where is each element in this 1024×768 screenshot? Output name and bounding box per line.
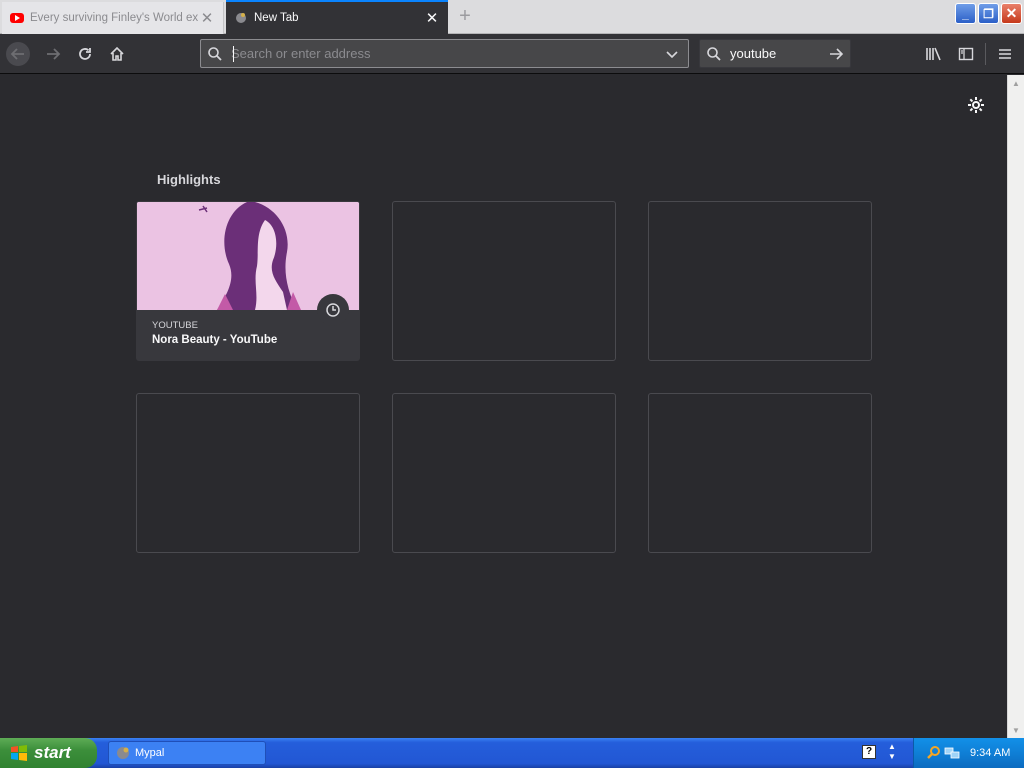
help-icon[interactable]: ?	[862, 745, 876, 759]
tab-title: Every surviving Finley's World ex	[30, 12, 199, 24]
home-button[interactable]	[105, 42, 129, 66]
thumbnail-illustration	[137, 202, 359, 310]
taskbar: start Mypal ? ▲ ▼ 9:34 AM	[0, 738, 1024, 768]
taskbar-window-label: Mypal	[135, 747, 165, 759]
scroll-down-arrow[interactable]: ▼	[1008, 722, 1024, 738]
sidebar-button[interactable]	[954, 42, 978, 66]
card-title: Nora Beauty - YouTube	[152, 334, 278, 346]
arrow-right-icon	[830, 47, 844, 60]
new-tab-icon	[236, 13, 246, 23]
tab-youtube[interactable]: Every surviving Finley's World ex ✕	[2, 2, 224, 34]
close-tab-icon[interactable]: ✕	[199, 10, 215, 27]
settings-button[interactable]	[964, 93, 988, 117]
empty-highlight-slot	[648, 201, 872, 361]
clock-icon	[326, 303, 340, 317]
empty-highlight-slot	[392, 201, 616, 361]
hamburger-menu-icon	[999, 49, 1011, 59]
mypal-app-icon	[117, 747, 129, 759]
sidebar-icon	[958, 47, 974, 61]
empty-highlight-slot	[648, 393, 872, 553]
menu-button[interactable]	[993, 42, 1017, 66]
new-tab-page: Highlights YOUTUBE Nora Beauty - YouTube	[0, 75, 1007, 738]
tab-strip: Every surviving Finley's World ex ✕ New …	[0, 0, 1024, 34]
close-tab-icon[interactable]: ✕	[424, 10, 440, 27]
system-tray: 9:34 AM	[913, 738, 1024, 768]
reload-icon	[79, 48, 91, 60]
navigation-toolbar: youtube	[0, 34, 1024, 74]
url-history-dropdown[interactable]	[660, 42, 684, 66]
forward-arrow-icon	[47, 48, 61, 60]
home-icon	[110, 46, 124, 61]
section-title-highlights: Highlights	[157, 172, 221, 187]
search-input[interactable]: youtube	[730, 46, 824, 61]
address-bar[interactable]	[200, 39, 689, 68]
back-button[interactable]	[6, 42, 30, 66]
empty-highlight-slot	[136, 393, 360, 553]
search-icon	[208, 46, 222, 61]
network-tray-icon[interactable]	[944, 745, 960, 761]
library-button[interactable]	[922, 42, 946, 66]
empty-highlight-slot	[392, 393, 616, 553]
start-label: start	[34, 743, 71, 762]
library-icon	[926, 47, 941, 61]
windows-logo-icon	[11, 745, 27, 761]
start-button[interactable]: start	[0, 738, 97, 768]
magnifier-tray-icon[interactable]	[926, 745, 942, 761]
restore-button[interactable]: ❐	[978, 3, 999, 24]
new-tab-button[interactable]: +	[454, 6, 476, 28]
gear-icon	[968, 97, 984, 113]
search-go-button[interactable]	[824, 42, 848, 66]
tab-new-tab[interactable]: New Tab ✕	[226, 0, 448, 34]
highlight-card[interactable]: YOUTUBE Nora Beauty - YouTube	[136, 201, 360, 361]
card-hostname: YOUTUBE	[152, 320, 198, 331]
forward-button[interactable]	[41, 42, 65, 66]
vertical-scrollbar[interactable]: ▲ ▼	[1007, 75, 1024, 738]
back-arrow-icon	[10, 48, 24, 60]
search-bar[interactable]: youtube	[699, 39, 851, 68]
system-clock: 9:34 AM	[970, 747, 1011, 759]
tray-expand-icon[interactable]: ▲ ▼	[886, 742, 898, 764]
close-window-button[interactable]: ✕	[1001, 3, 1022, 24]
tab-title: New Tab	[254, 12, 299, 24]
address-input[interactable]	[231, 40, 660, 67]
toolbar-divider	[985, 43, 986, 65]
card-thumbnail	[137, 202, 359, 310]
card-type-badge	[317, 294, 349, 326]
reload-button[interactable]	[73, 42, 97, 66]
text-cursor	[233, 46, 234, 62]
minimize-button[interactable]: _	[955, 3, 976, 24]
window-controls: _ ❐ ✕	[955, 3, 1022, 24]
chevron-down-icon	[666, 50, 678, 58]
search-icon	[707, 46, 721, 61]
youtube-icon	[10, 13, 24, 23]
taskbar-window-button[interactable]: Mypal	[108, 741, 266, 765]
scroll-up-arrow[interactable]: ▲	[1008, 75, 1024, 91]
